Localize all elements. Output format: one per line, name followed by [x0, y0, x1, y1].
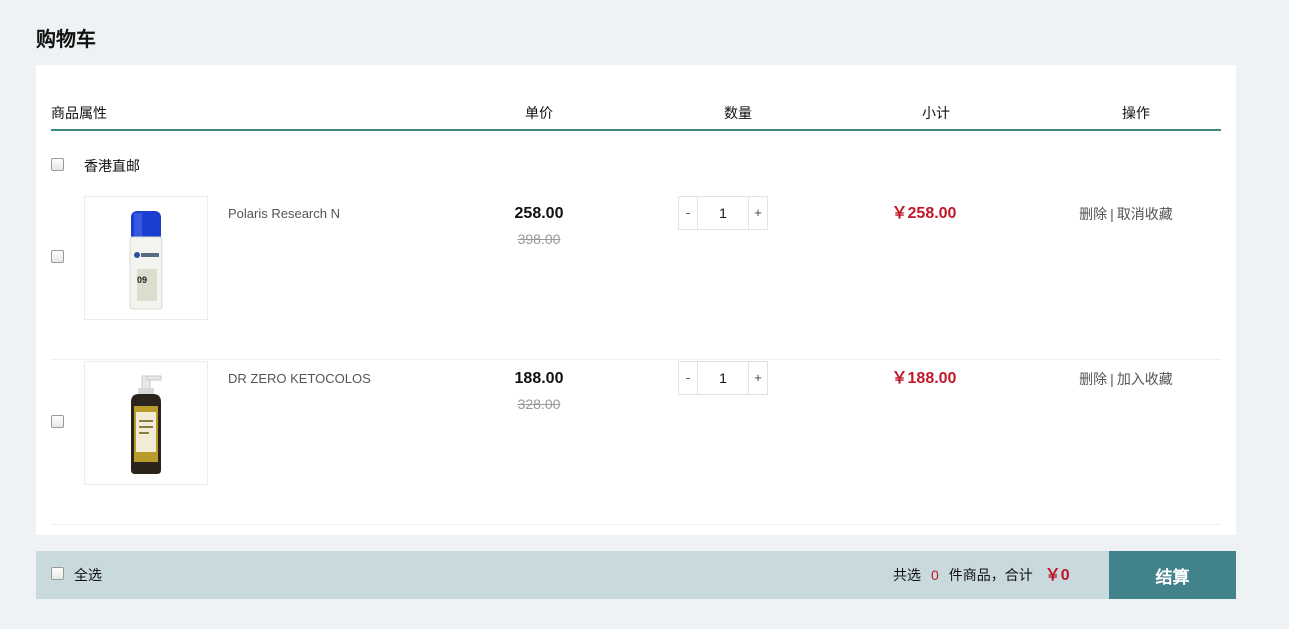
page-title: 购物车 — [36, 29, 96, 51]
cart-total: ￥0 — [1044, 567, 1070, 584]
product-name[interactable]: DR ZERO KETOCOLOS — [228, 371, 371, 387]
item-checkbox[interactable] — [51, 415, 64, 428]
quantity-stepper: - + — [678, 196, 768, 230]
cart-item: DR ZERO KETOCOLOS 188.00 328.00 - + ￥188… — [51, 360, 1221, 525]
column-header-price: 单价 — [525, 105, 553, 121]
checkout-button[interactable]: 结算 — [1109, 551, 1236, 599]
selected-suffix: 件商品，合计 — [948, 567, 1033, 583]
cart-item: 09 Polaris Research N 258.00 398.00 - + … — [51, 195, 1221, 360]
cart-table-header: 商品属性 单价 数量 小计 操作 — [51, 101, 1221, 131]
item-subtotal: ￥258.00 — [891, 205, 957, 222]
delete-link[interactable]: 删除 — [1079, 206, 1107, 222]
action-separator: | — [1110, 206, 1114, 222]
product-image[interactable]: 09 — [84, 196, 208, 320]
product-name[interactable]: Polaris Research N — [228, 206, 340, 222]
unit-price: 258.00 — [514, 205, 564, 222]
column-header-quantity: 数量 — [724, 105, 752, 121]
column-header-attributes: 商品属性 — [51, 105, 107, 121]
item-checkbox[interactable] — [51, 250, 64, 263]
selected-prefix: 共选 — [893, 567, 921, 583]
pump-bottle-image — [131, 375, 162, 474]
cart-footer-bar: 全选 共选 0 件商品，合计 ￥0 结算 — [36, 551, 1236, 599]
decrease-quantity-button[interactable]: - — [679, 197, 698, 229]
product-image[interactable] — [84, 361, 208, 485]
favorite-toggle-link[interactable]: 取消收藏 — [1117, 206, 1173, 222]
unit-price: 188.00 — [514, 370, 564, 387]
original-price: 328.00 — [517, 396, 561, 412]
store-name: 香港直邮 — [84, 158, 140, 174]
quantity-input[interactable] — [698, 197, 748, 229]
delete-link[interactable]: 删除 — [1079, 371, 1107, 387]
quantity-input[interactable] — [698, 362, 748, 394]
store-checkbox[interactable] — [51, 158, 64, 171]
selection-summary: 共选 0 件商品，合计 ￥0 — [893, 565, 1070, 586]
cart-panel: 商品属性 单价 数量 小计 操作 香港直邮 09 Polaris Researc… — [36, 65, 1236, 535]
select-all-label[interactable]: 全选 — [74, 567, 102, 583]
increase-quantity-button[interactable]: + — [748, 362, 767, 394]
spray-bottle-image: 09 — [129, 211, 163, 310]
increase-quantity-button[interactable]: + — [748, 197, 767, 229]
item-subtotal: ￥188.00 — [891, 370, 957, 387]
svg-text:09: 09 — [137, 275, 147, 285]
quantity-stepper: - + — [678, 361, 768, 395]
item-actions: 删除 | 取消收藏 — [1051, 206, 1201, 222]
favorite-toggle-link[interactable]: 加入收藏 — [1117, 371, 1173, 387]
decrease-quantity-button[interactable]: - — [679, 362, 698, 394]
select-all-checkbox[interactable] — [51, 567, 64, 580]
original-price: 398.00 — [517, 231, 561, 247]
item-actions: 删除 | 加入收藏 — [1051, 371, 1201, 387]
selected-count: 0 — [931, 567, 939, 583]
column-header-actions: 操作 — [1122, 105, 1150, 121]
action-separator: | — [1110, 371, 1114, 387]
column-header-subtotal: 小计 — [922, 105, 950, 121]
